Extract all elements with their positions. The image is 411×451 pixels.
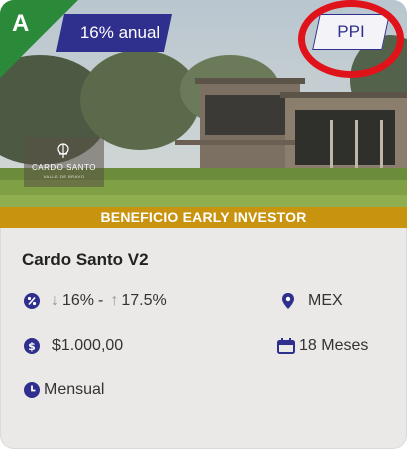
highlight-circle: [298, 0, 404, 78]
rate-min: 16%: [62, 292, 95, 309]
project-title[interactable]: Cardo Santo V2: [22, 250, 149, 270]
clock-icon: [24, 382, 40, 398]
logo-text: CARDO SANTO: [31, 163, 97, 172]
amount-row: $ $1.000,00: [24, 337, 123, 355]
country-value: MEX: [308, 292, 343, 309]
term-value: 18 Meses: [299, 337, 369, 354]
amount-value: $1.000,00: [52, 337, 124, 354]
logo-subtitle: VALLE DE BRAVO: [43, 174, 85, 179]
arrow-up-icon: ↑: [110, 292, 119, 309]
country-row: MEX: [280, 292, 343, 310]
calendar-icon: [277, 338, 295, 354]
rate-separator: -: [98, 292, 104, 309]
arrow-down-icon: ↓: [51, 292, 59, 309]
investment-card[interactable]: CARDO SANTO VALLE DE BRAVO A 16% anual P…: [0, 0, 407, 449]
rate-max: 17.5%: [121, 292, 167, 309]
percent-badge-icon: [24, 293, 40, 309]
frequency-value: Mensual: [44, 381, 105, 398]
dollar-coin-icon: $: [24, 338, 40, 354]
rating-letter: A: [12, 10, 30, 37]
frequency-row: Mensual: [24, 381, 104, 399]
svg-text:$: $: [28, 340, 36, 353]
term-row: 18 Meses: [277, 337, 368, 355]
benefit-banner: BENEFICIO EARLY INVESTOR: [0, 207, 407, 228]
location-pin-icon: [282, 293, 294, 309]
rate-range-row: ↓ 16% - ↑ 17.5%: [24, 292, 167, 310]
annual-rate-badge: 16% anual: [79, 23, 161, 42]
cardo-logo-icon: [57, 143, 69, 158]
